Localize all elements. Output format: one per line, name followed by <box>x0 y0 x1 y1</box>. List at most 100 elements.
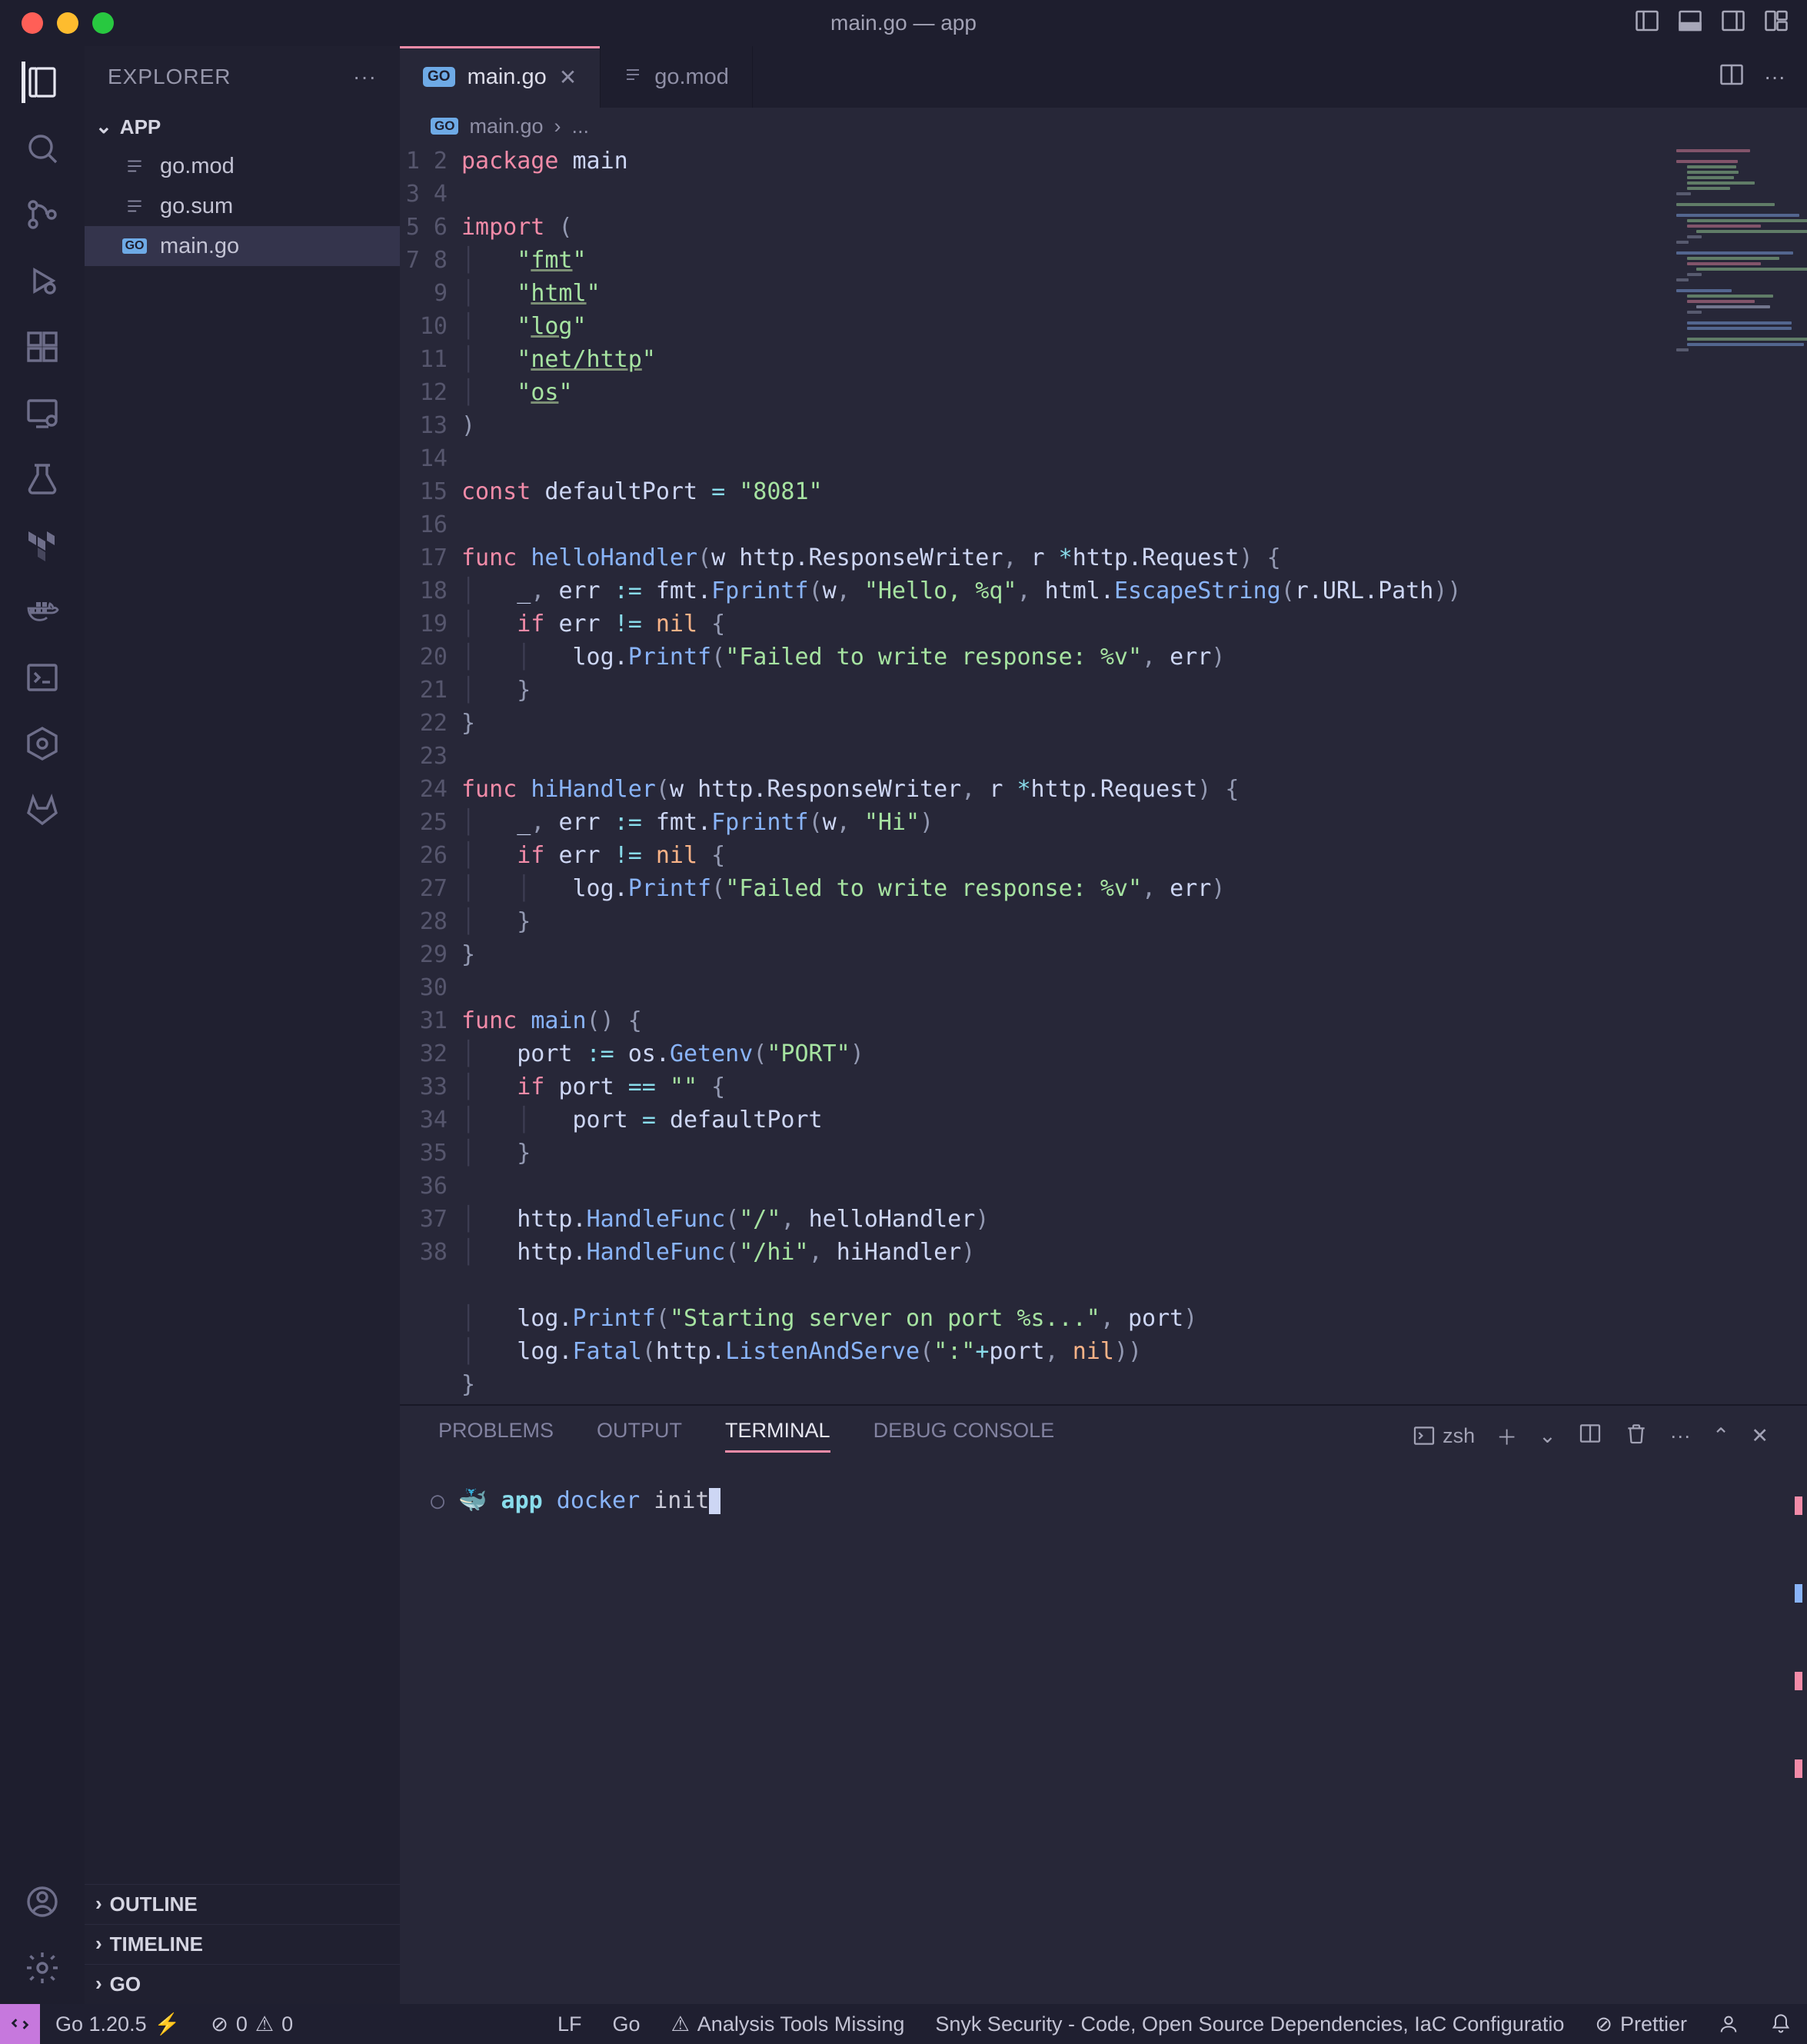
activity-bar <box>0 46 85 2004</box>
terminal-activity[interactable] <box>22 657 63 698</box>
go-icon: GO <box>123 238 146 254</box>
sidebar-section-go[interactable]: › GO <box>85 1964 400 2004</box>
file-lines-icon <box>123 156 146 176</box>
layout-right-icon[interactable] <box>1719 7 1747 40</box>
analysis-tools-status[interactable]: ⚠Analysis Tools Missing <box>656 2012 920 2036</box>
tab-label: main.go <box>468 65 547 90</box>
layout-bottom-icon[interactable] <box>1676 7 1704 40</box>
warning-icon: ⚠ <box>671 2012 690 2036</box>
close-panel-icon[interactable]: ✕ <box>1751 1424 1769 1448</box>
chevron-right-icon: › <box>554 115 561 138</box>
kubernetes-activity[interactable] <box>22 723 63 764</box>
code-editor[interactable]: 1 2 3 4 5 6 7 8 9 10 11 12 13 14 15 16 1… <box>400 145 1807 1404</box>
editor-tabs: GOmain.go✕go.mod ··· <box>400 46 1807 108</box>
file-row[interactable]: GO main.go <box>85 226 400 266</box>
problems-status[interactable]: ⊘0 ⚠0 <box>195 2004 308 2044</box>
new-terminal-icon[interactable]: ＋ <box>1496 1421 1517 1451</box>
split-editor-icon[interactable] <box>1718 61 1745 94</box>
go-icon: GO <box>431 118 458 135</box>
layout-grid-icon[interactable] <box>1762 7 1790 40</box>
terminal-cwd: app <box>501 1487 543 1514</box>
extensions-activity[interactable] <box>22 326 63 368</box>
explorer-root-section[interactable]: ⌄ APP <box>85 108 400 146</box>
explorer-sidebar: EXPLORER ··· ⌄ APP go.mod go.sum GO main.go… <box>85 46 400 2004</box>
file-name: go.sum <box>160 194 233 219</box>
block-icon: ⊘ <box>1595 2012 1612 2036</box>
editor-more-icon[interactable]: ··· <box>1764 65 1785 89</box>
terminal-shell-label: zsh <box>1443 1424 1475 1448</box>
explorer-activity[interactable] <box>22 62 63 103</box>
terraform-activity[interactable] <box>22 524 63 566</box>
docker-activity[interactable] <box>22 591 63 632</box>
terminal-command: docker <box>557 1487 640 1514</box>
error-icon: ⊘ <box>211 2012 228 2036</box>
search-activity[interactable] <box>22 128 63 169</box>
section-label: GO <box>110 1972 141 1996</box>
editor-tab[interactable]: go.mod <box>601 46 753 108</box>
kill-terminal-icon[interactable] <box>1624 1421 1649 1451</box>
notifications-icon[interactable] <box>1755 2013 1807 2035</box>
bottom-panel: PROBLEMSOUTPUTTERMINALDEBUG CONSOLE zsh … <box>400 1404 1807 2004</box>
panel-tab-terminal[interactable]: TERMINAL <box>725 1419 830 1453</box>
chevron-right-icon: › <box>95 1972 102 1996</box>
minimize-window-button[interactable] <box>57 12 78 34</box>
remote-explorer-activity[interactable] <box>22 392 63 434</box>
file-lines-icon <box>123 196 146 216</box>
terminal-markers <box>1795 1496 1802 1778</box>
source-control-activity[interactable] <box>22 194 63 235</box>
chevron-right-icon: › <box>95 1932 102 1956</box>
explorer-more-icon[interactable]: ··· <box>353 65 377 89</box>
bolt-icon: ⚡ <box>155 2012 181 2036</box>
terminal-args: init <box>654 1487 709 1514</box>
explorer-root-label: APP <box>120 115 161 139</box>
tab-label: go.mod <box>654 65 729 90</box>
feedback-icon[interactable] <box>1702 2013 1755 2035</box>
maximize-panel-icon[interactable]: ⌃ <box>1712 1424 1730 1448</box>
prettier-status[interactable]: ⊘Prettier <box>1579 2012 1702 2036</box>
breadcrumb-more: ... <box>572 115 590 138</box>
file-name: main.go <box>160 234 239 259</box>
panel-more-icon[interactable]: ··· <box>1670 1424 1691 1448</box>
file-row[interactable]: go.mod <box>85 146 400 186</box>
section-label: OUTLINE <box>110 1893 198 1916</box>
eol-status[interactable]: LF <box>542 2012 597 2036</box>
close-tab-icon[interactable]: ✕ <box>559 65 577 90</box>
section-label: TIMELINE <box>110 1932 203 1956</box>
panel-tab-debug-console[interactable]: DEBUG CONSOLE <box>874 1419 1055 1453</box>
breadcrumb-file: main.go <box>469 115 543 138</box>
accounts-activity[interactable] <box>22 1881 63 1922</box>
terminal-cursor <box>709 1488 720 1514</box>
file-lines-icon <box>624 65 642 90</box>
snyk-status[interactable]: Snyk Security - Code, Open Source Depend… <box>920 2012 1579 2036</box>
editor-tab[interactable]: GOmain.go✕ <box>400 46 601 108</box>
warning-icon: ⚠ <box>255 2012 274 2036</box>
explorer-title: EXPLORER <box>108 65 231 89</box>
sidebar-section-timeline[interactable]: › TIMELINE <box>85 1924 400 1964</box>
status-bar: Go 1.20.5⚡ ⊘0 ⚠0 LF Go ⚠Analysis Tools M… <box>0 2004 1807 2044</box>
close-window-button[interactable] <box>22 12 43 34</box>
minimap[interactable] <box>1676 149 1799 380</box>
panel-tab-output[interactable]: OUTPUT <box>597 1419 682 1453</box>
panel-tab-problems[interactable]: PROBLEMS <box>438 1419 554 1453</box>
maximize-window-button[interactable] <box>92 12 114 34</box>
sidebar-section-outline[interactable]: › OUTLINE <box>85 1884 400 1924</box>
language-status[interactable]: Go <box>597 2012 656 2036</box>
split-terminal-icon[interactable] <box>1578 1421 1602 1451</box>
file-row[interactable]: go.sum <box>85 186 400 226</box>
chevron-right-icon: › <box>95 1892 102 1916</box>
terminal-dropdown-icon[interactable]: ⌄ <box>1539 1424 1556 1448</box>
testing-activity[interactable] <box>22 458 63 500</box>
breadcrumb[interactable]: GO main.go › ... <box>400 108 1807 145</box>
go-version[interactable]: Go 1.20.5⚡ <box>40 2004 195 2044</box>
file-name: go.mod <box>160 154 235 179</box>
remote-indicator[interactable] <box>0 2004 40 2044</box>
chevron-down-icon: ⌄ <box>95 115 112 138</box>
settings-activity[interactable] <box>22 1947 63 1989</box>
terminal-profile-icon[interactable]: zsh <box>1412 1423 1475 1448</box>
window-title: main.go — app <box>830 11 977 35</box>
gitlab-activity[interactable] <box>22 789 63 831</box>
layout-left-icon[interactable] <box>1633 7 1661 40</box>
run-debug-activity[interactable] <box>22 260 63 301</box>
window-controls <box>0 12 114 34</box>
terminal[interactable]: ○ 🐳 app docker init <box>400 1466 1807 2004</box>
